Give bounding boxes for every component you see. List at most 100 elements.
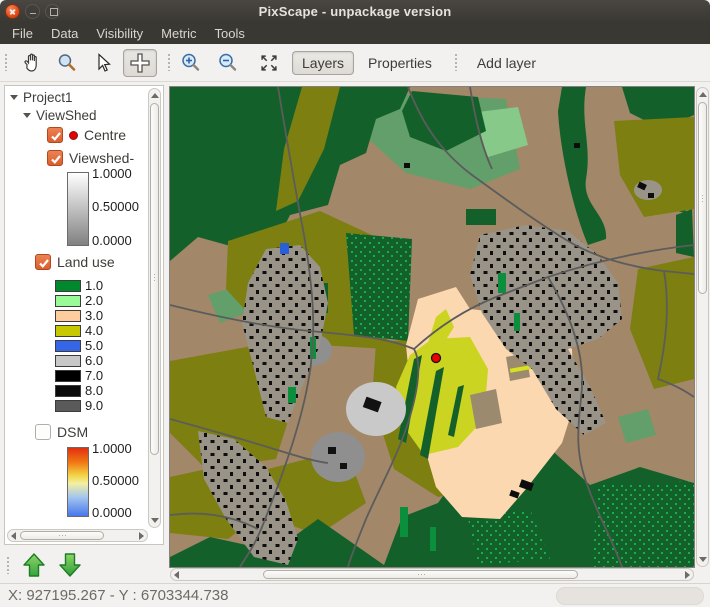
- legend-swatch: [55, 384, 81, 397]
- properties-tab-button[interactable]: Properties: [358, 51, 442, 75]
- crosshair-tool-button[interactable]: [123, 48, 157, 77]
- centre-marker[interactable]: [430, 352, 442, 364]
- legend-value: 4.0: [85, 323, 104, 338]
- tree-horizontal-scrollbar[interactable]: [7, 529, 148, 542]
- menu-visibility[interactable]: Visibility: [87, 24, 152, 43]
- viewshed-scale-max: 1.0000: [92, 166, 132, 181]
- scroll-down-icon[interactable]: [699, 557, 707, 562]
- layers-tab-button[interactable]: Layers: [292, 50, 355, 75]
- menu-tools[interactable]: Tools: [206, 24, 254, 43]
- layer-row-viewshed[interactable]: Viewshed-: [47, 150, 134, 166]
- legend-item: 2.0: [55, 293, 103, 308]
- zoom-fit-button[interactable]: [255, 49, 283, 77]
- scroll-left-icon[interactable]: [11, 532, 16, 540]
- layer-label: Land use: [57, 254, 115, 270]
- menu-data[interactable]: Data: [42, 24, 87, 43]
- scrollbar-thumb[interactable]: [150, 103, 159, 455]
- map-horizontal-scrollbar[interactable]: [170, 568, 694, 581]
- expander-icon[interactable]: [10, 95, 18, 100]
- legend-value: 5.0: [85, 338, 104, 353]
- legend-value: 6.0: [85, 353, 104, 368]
- tree-node-project[interactable]: Project1: [10, 90, 73, 105]
- title-bar[interactable]: PixScape - unpackage version: [0, 0, 710, 22]
- window-title: PixScape - unpackage version: [258, 3, 452, 19]
- scroll-left-icon[interactable]: [174, 571, 179, 579]
- check-icon: [39, 259, 49, 268]
- add-layer-button[interactable]: Add layer: [467, 51, 546, 75]
- legend-swatch: [55, 294, 81, 307]
- legend-item: 4.0: [55, 323, 103, 338]
- map-viewport[interactable]: [169, 86, 695, 568]
- layer-order-toolbar: [0, 548, 168, 582]
- landuse-checkbox[interactable]: [35, 254, 51, 270]
- legend-swatch: [55, 369, 81, 382]
- scrollbar-thumb[interactable]: [20, 531, 104, 540]
- legend-item: 6.0: [55, 353, 103, 368]
- scroll-right-icon[interactable]: [685, 571, 690, 579]
- check-icon: [51, 132, 61, 141]
- layer-tree-panel: Project1 ViewShed Centre Viewshed- 1.000…: [4, 85, 164, 545]
- zoom-in-button[interactable]: [177, 49, 205, 77]
- scrollbar-thumb[interactable]: [263, 570, 578, 579]
- scroll-down-icon[interactable]: [151, 518, 159, 523]
- move-layer-down-button[interactable]: [53, 550, 87, 580]
- layer-label: Viewshed-: [69, 150, 135, 166]
- pan-tool-button[interactable]: [17, 49, 45, 77]
- menu-metric[interactable]: Metric: [152, 24, 205, 43]
- legend-value: 7.0: [85, 368, 104, 383]
- dsm-checkbox[interactable]: [35, 424, 51, 440]
- tree-vertical-scrollbar[interactable]: [148, 88, 161, 528]
- centre-point-icon: [69, 130, 78, 140]
- dsm-scale-min: 0.0000: [92, 505, 132, 520]
- cursor-icon: [98, 52, 111, 72]
- main-toolbar: Layers Properties Add layer: [0, 44, 710, 82]
- expander-icon[interactable]: [23, 113, 31, 118]
- map-vertical-scrollbar[interactable]: [696, 87, 709, 567]
- zoom-select-tool-button[interactable]: [53, 49, 81, 77]
- legend-item: 7.0: [55, 368, 103, 383]
- viewshed-gradient-legend: [67, 172, 89, 246]
- toolbar-grip[interactable]: [453, 54, 459, 71]
- viewshed-checkbox[interactable]: [47, 150, 63, 166]
- scroll-up-icon[interactable]: [699, 92, 707, 97]
- select-tool-button[interactable]: [89, 49, 117, 77]
- magnifier-plus-icon: [182, 53, 200, 71]
- crosshair-icon: [130, 52, 150, 73]
- layer-row-centre[interactable]: Centre: [47, 127, 126, 143]
- project-label: Project1: [23, 90, 73, 105]
- legend-swatch: [55, 279, 81, 292]
- legend-value: 2.0: [85, 293, 104, 308]
- legend-value: 9.0: [85, 398, 104, 413]
- menu-file[interactable]: File: [3, 24, 42, 43]
- legend-item: 5.0: [55, 338, 103, 353]
- magnifier-icon: [58, 53, 76, 71]
- layer-label: DSM: [57, 424, 89, 440]
- viewshed-scale-mid: 0.50000: [92, 199, 139, 214]
- legend-swatch: [55, 354, 81, 367]
- green-up-arrow-icon: [23, 553, 45, 577]
- toolbar-grip[interactable]: [166, 54, 171, 71]
- dsm-scale-max: 1.0000: [92, 441, 132, 456]
- legend-item: 1.0: [55, 278, 103, 293]
- tree-node-viewshed-group[interactable]: ViewShed: [23, 108, 97, 123]
- check-icon: [51, 155, 61, 164]
- expand-icon: [261, 54, 277, 71]
- layer-row-dsm[interactable]: DSM: [35, 424, 88, 440]
- hand-icon: [24, 53, 37, 72]
- toolbar-grip[interactable]: [5, 556, 10, 574]
- legend-item: 3.0: [55, 308, 103, 323]
- move-layer-up-button[interactable]: [17, 550, 51, 580]
- zoom-out-button[interactable]: [214, 49, 242, 77]
- pixscape-window: { "window": { "title": "PixScape - unpac…: [0, 0, 710, 607]
- scrollbar-thumb[interactable]: [698, 102, 707, 294]
- map-canvas[interactable]: [170, 87, 694, 567]
- centre-checkbox[interactable]: [47, 127, 63, 143]
- toolbar-grip[interactable]: [3, 54, 8, 71]
- legend-value: 3.0: [85, 308, 104, 323]
- layer-row-landuse[interactable]: Land use: [35, 254, 115, 270]
- scroll-up-icon[interactable]: [151, 93, 159, 98]
- scroll-right-icon[interactable]: [139, 532, 144, 540]
- viewshed-scale-min: 0.0000: [92, 233, 132, 248]
- status-bar: X: 927195.267 - Y : 6703344.738: [0, 583, 710, 607]
- menu-bar: File Data Visibility Metric Tools: [0, 22, 710, 44]
